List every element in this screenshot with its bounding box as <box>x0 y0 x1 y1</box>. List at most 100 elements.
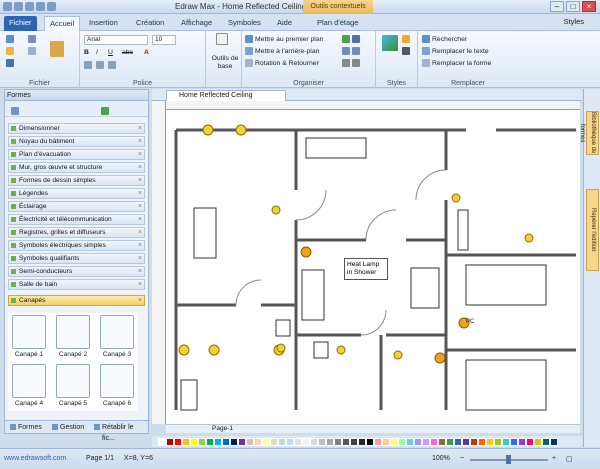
align-icon[interactable] <box>342 35 362 43</box>
close-icon[interactable]: × <box>138 189 142 199</box>
underline-button[interactable]: U <box>108 49 113 56</box>
fit-page-icon[interactable]: ▢ <box>566 455 573 463</box>
color-swatch[interactable] <box>174 437 182 446</box>
color-swatch[interactable] <box>166 437 174 446</box>
library-icon[interactable] <box>11 107 19 115</box>
color-swatch[interactable] <box>358 437 366 446</box>
sofa-1-shape[interactable] <box>12 315 46 349</box>
category-formes-dessin[interactable]: Formes de dessin simples × <box>8 175 145 186</box>
copy-icon[interactable] <box>28 47 38 55</box>
category-symboles-qualifiants[interactable]: Symboles qualifiants × <box>8 253 145 264</box>
color-swatch[interactable] <box>422 437 430 446</box>
color-swatch[interactable] <box>334 437 342 446</box>
close-icon[interactable]: × <box>582 1 596 12</box>
save-file-icon[interactable] <box>6 59 16 67</box>
color-swatch[interactable] <box>494 437 502 446</box>
minimize-icon[interactable]: – <box>550 1 564 12</box>
italic-button[interactable]: I <box>96 49 98 56</box>
color-swatch[interactable] <box>342 437 350 446</box>
add-library-icon[interactable] <box>101 107 109 115</box>
color-swatch[interactable] <box>230 437 238 446</box>
paste-icon[interactable] <box>50 41 66 57</box>
color-swatch[interactable] <box>278 437 286 446</box>
color-swatch[interactable] <box>542 437 550 446</box>
category-legendes[interactable]: Légendes × <box>8 188 145 199</box>
color-swatch[interactable] <box>286 437 294 446</box>
category-evacuation[interactable]: Plan d'évacuation × <box>8 149 145 160</box>
library-side-tab[interactable]: Bibliothèque de formes <box>579 111 599 155</box>
tab-fichier[interactable]: Fichier <box>4 16 37 31</box>
category-semi-conducteurs[interactable]: Semi-conducteurs × <box>8 266 145 277</box>
color-swatch[interactable] <box>182 437 190 446</box>
color-swatch[interactable] <box>238 437 246 446</box>
zoom-slider-thumb[interactable] <box>506 455 511 464</box>
tab-plan-etage[interactable]: Plan d'étage <box>312 16 363 31</box>
close-icon[interactable]: × <box>138 267 142 277</box>
bold-button[interactable]: B <box>84 49 89 56</box>
print-icon[interactable] <box>47 2 56 11</box>
tab-gestion[interactable]: Gestion <box>51 422 84 433</box>
close-icon[interactable]: × <box>138 296 142 306</box>
close-icon[interactable]: × <box>138 254 142 264</box>
color-swatch[interactable] <box>518 437 526 446</box>
close-icon[interactable]: × <box>138 202 142 212</box>
color-swatch[interactable] <box>294 437 302 446</box>
zoom-in-icon[interactable]: + <box>552 455 556 462</box>
color-swatch[interactable] <box>318 437 326 446</box>
align-center-icon[interactable] <box>96 61 106 69</box>
category-noyau[interactable]: Noyau du bâtiment × <box>8 136 145 147</box>
group-icon[interactable] <box>342 47 362 55</box>
color-swatch[interactable] <box>254 437 262 446</box>
app-icon[interactable] <box>3 2 12 11</box>
replace-shape-button[interactable]: Remplacer la forme <box>422 59 491 67</box>
color-swatch[interactable] <box>478 437 486 446</box>
color-swatch[interactable] <box>390 437 398 446</box>
maximize-icon[interactable]: □ <box>566 1 580 12</box>
color-swatch[interactable] <box>302 437 310 446</box>
replace-text-button[interactable]: Remplacer le texte <box>422 47 489 55</box>
color-swatch[interactable] <box>262 437 270 446</box>
tab-affichage[interactable]: Affichage <box>176 16 217 31</box>
bring-front-button[interactable]: Mettre au premier plan <box>245 35 323 43</box>
edit-side-tab[interactable]: Repérer l'édition <box>586 189 599 271</box>
rotate-button[interactable]: Rotation & Retourner <box>245 59 319 67</box>
close-icon[interactable]: × <box>138 150 142 160</box>
color-swatch[interactable] <box>486 437 494 446</box>
color-swatch[interactable] <box>470 437 478 446</box>
category-registres[interactable]: Registres, grilles et diffuseurs × <box>8 227 145 238</box>
color-swatch[interactable] <box>198 437 206 446</box>
sofa-3-shape[interactable] <box>100 315 134 349</box>
color-swatch[interactable] <box>350 437 358 446</box>
color-swatch[interactable] <box>430 437 438 446</box>
category-dimensionner[interactable]: Dimensionner × <box>8 123 145 134</box>
redo-icon[interactable] <box>36 2 45 11</box>
sofa-5-shape[interactable] <box>56 364 90 398</box>
website-link[interactable]: www.edrawsoft.com <box>4 455 66 462</box>
color-palette[interactable] <box>152 436 582 447</box>
send-back-button[interactable]: Mettre à l'arrière-plan <box>245 47 319 55</box>
color-swatch[interactable] <box>398 437 406 446</box>
close-icon[interactable]: × <box>138 176 142 186</box>
category-symboles-electriques[interactable]: Symboles électriques simples × <box>8 240 145 251</box>
color-swatch[interactable] <box>414 437 422 446</box>
color-swatch[interactable] <box>310 437 318 446</box>
category-canapes[interactable]: Canapés × <box>8 295 145 306</box>
close-icon[interactable]: × <box>138 137 142 147</box>
style-gallery-icon[interactable] <box>382 35 400 51</box>
sofa-2-shape[interactable] <box>56 315 90 349</box>
color-swatch[interactable] <box>246 437 254 446</box>
color-swatch[interactable] <box>550 437 558 446</box>
color-swatch[interactable] <box>462 437 470 446</box>
tab-creation[interactable]: Création <box>131 16 169 31</box>
color-swatch[interactable] <box>454 437 462 446</box>
distribute-icon[interactable] <box>342 59 362 67</box>
styles-link[interactable]: Styles <box>564 17 584 26</box>
color-swatch[interactable] <box>206 437 214 446</box>
close-icon[interactable]: × <box>138 163 142 173</box>
category-mur[interactable]: Mur, gros œuvre et structure × <box>8 162 145 173</box>
tab-retablir[interactable]: Rétablir le fic... <box>93 422 148 442</box>
color-swatch[interactable] <box>510 437 518 446</box>
font-name-select[interactable]: Arial <box>84 35 148 45</box>
color-swatch[interactable] <box>270 437 278 446</box>
category-eclairage[interactable]: Éclairage × <box>8 201 145 212</box>
